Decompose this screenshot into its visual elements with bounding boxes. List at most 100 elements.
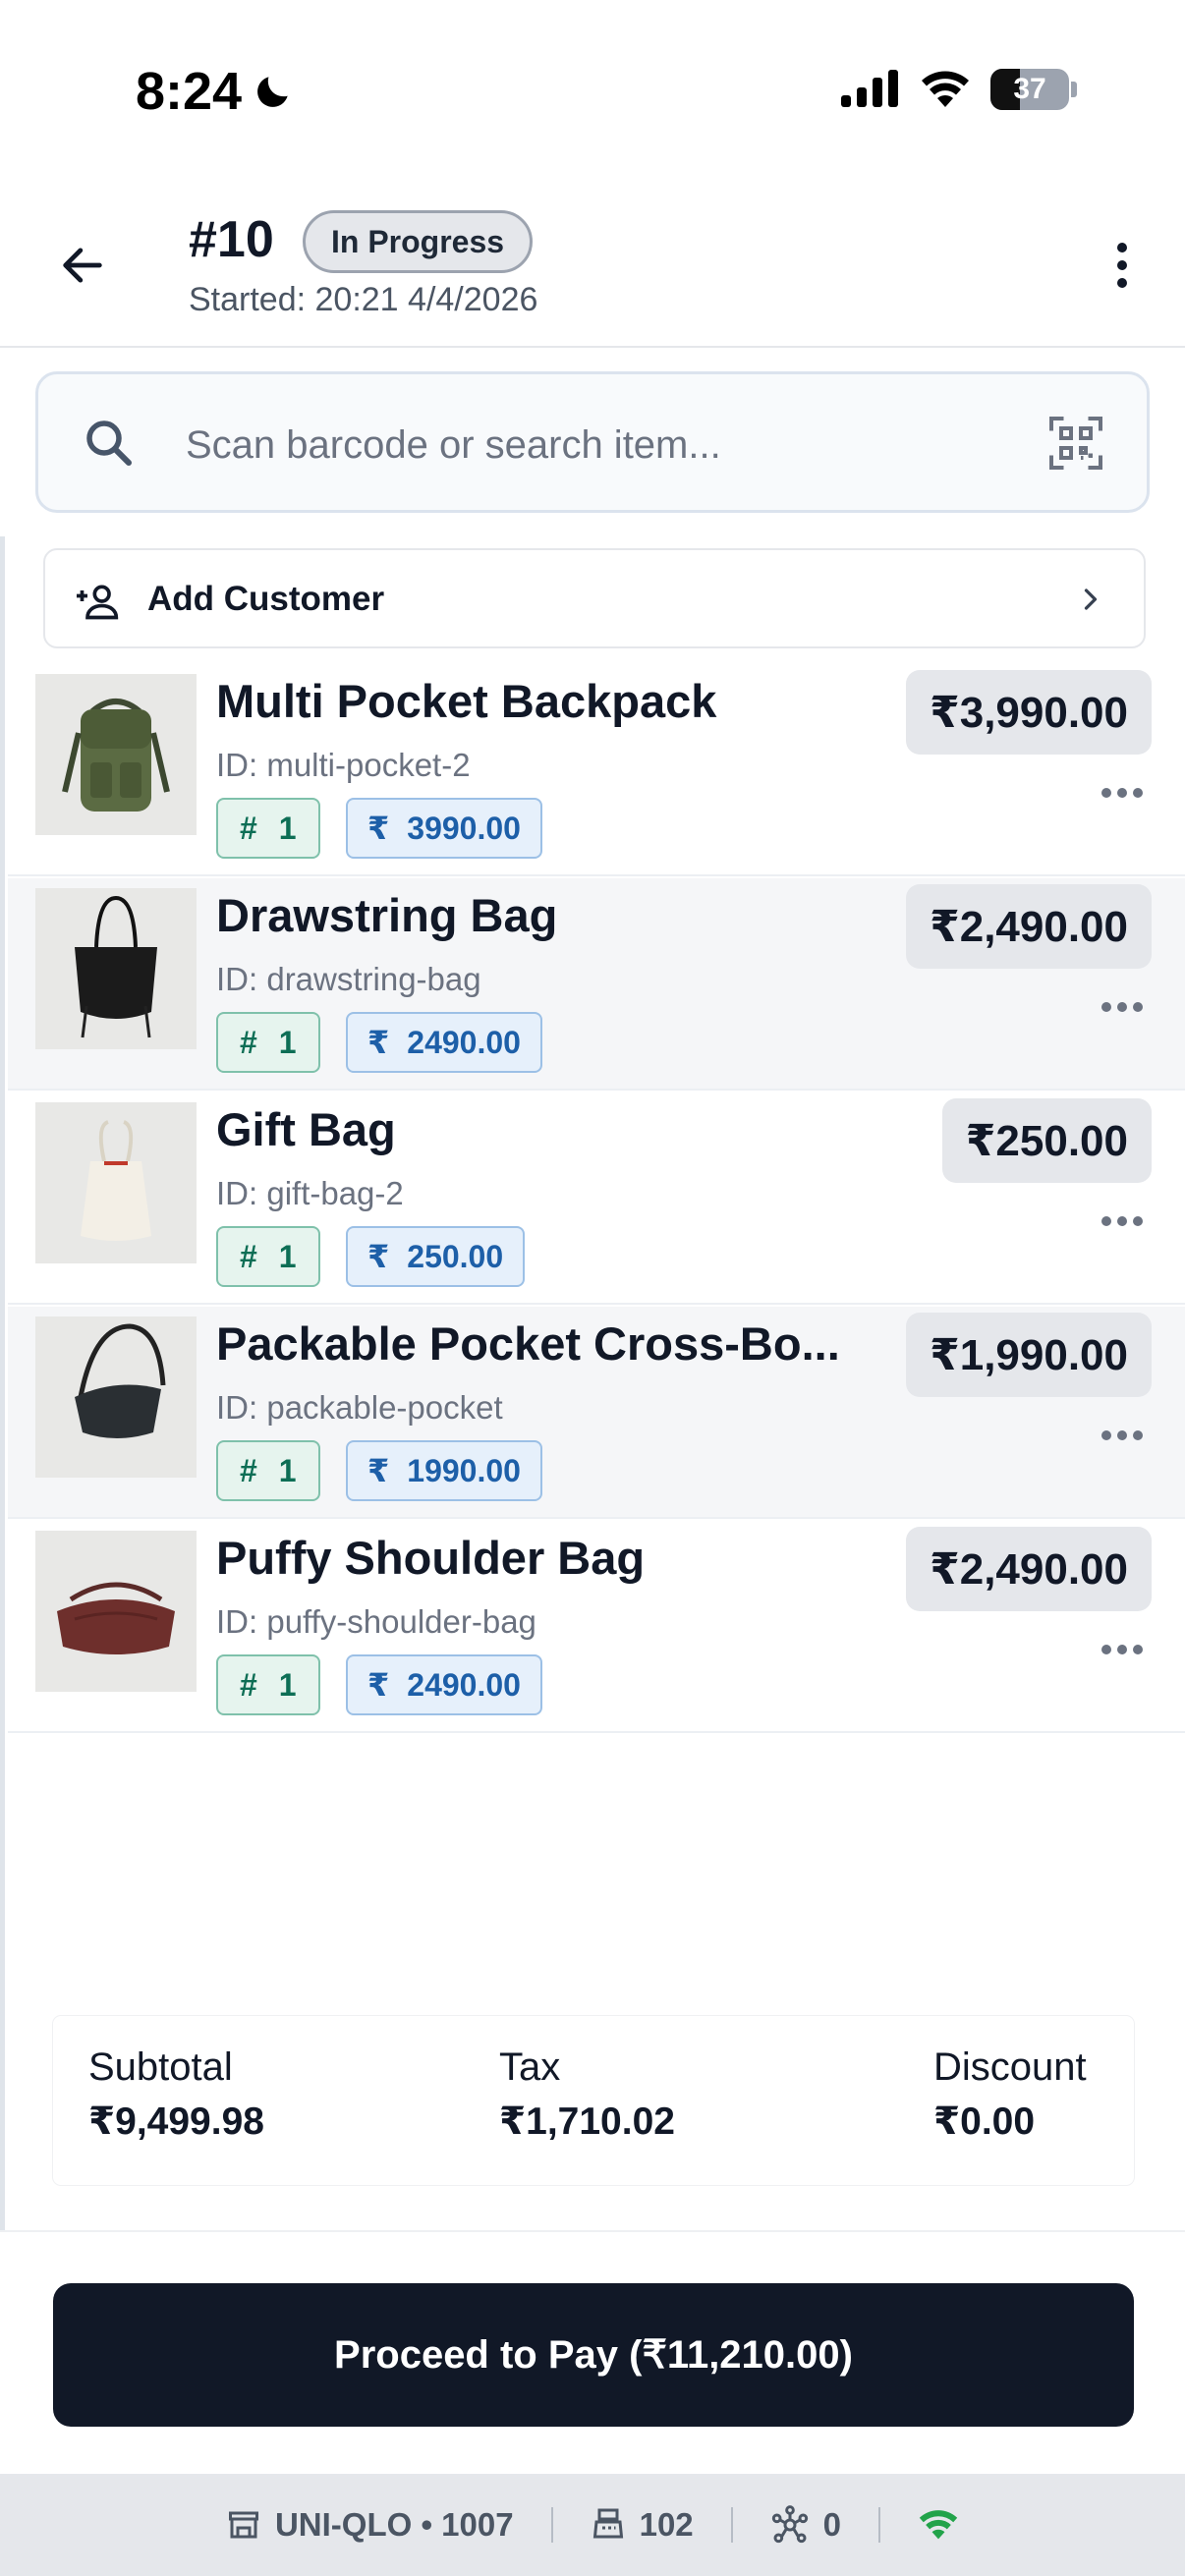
currency-symbol: ₹ [367, 1025, 390, 1060]
item-more-button[interactable] [1093, 1206, 1152, 1236]
tax-label: Tax [499, 2045, 561, 2089]
item-id: ID: puffy-shoulder-bag [216, 1603, 536, 1640]
footer-divider [878, 2507, 881, 2543]
product-image [35, 1316, 197, 1478]
quantity-symbol: # [240, 1666, 257, 1703]
clock-text: 8:24 [136, 62, 243, 121]
quantity-chip[interactable]: # 1 [216, 1226, 320, 1287]
currency-symbol: ₹ [367, 1453, 390, 1488]
vertical-dots-icon [1117, 243, 1127, 288]
quantity-value: 1 [278, 1238, 297, 1274]
quantity-symbol: # [240, 1238, 257, 1274]
network-nodes-info: 0 [770, 2505, 841, 2545]
quantity-chip[interactable]: # 1 [216, 1012, 320, 1073]
unit-price-chip[interactable]: ₹ 250.00 [346, 1226, 526, 1287]
add-customer-button[interactable]: Add Customer [43, 548, 1146, 648]
footer-divider [730, 2507, 733, 2543]
currency-symbol: ₹ [367, 1239, 390, 1274]
item-more-button[interactable] [1093, 1421, 1152, 1450]
footer-divider [550, 2507, 553, 2543]
search-input[interactable] [186, 414, 1021, 476]
chevron-right-icon [1084, 588, 1098, 610]
currency-symbol: ₹ [367, 1667, 390, 1703]
item-more-button[interactable] [1093, 1635, 1152, 1664]
discount-block: Discount ₹0.00 [933, 2045, 1087, 2144]
product-image [35, 1531, 197, 1692]
line-total: ₹250.00 [941, 1098, 1152, 1183]
subtotal-value: ₹9,499.98 [88, 2100, 264, 2143]
cash-register-icon [592, 2508, 623, 2539]
horizontal-dots-icon [1101, 1216, 1143, 1226]
item-name: Gift Bag [216, 1103, 396, 1155]
store-info: UNI-QLO • 1007 [226, 2506, 514, 2544]
quantity-value: 1 [278, 1666, 297, 1703]
quantity-value: 1 [278, 810, 297, 846]
unit-price-chip[interactable]: ₹ 3990.00 [346, 798, 542, 859]
battery-percent: 37 [1013, 73, 1046, 105]
quantity-symbol: # [240, 810, 257, 846]
unit-price-value: 2490.00 [407, 1024, 521, 1060]
product-image [35, 888, 197, 1049]
order-header: #10 In Progress Started: 20:21 4/4/2026 [0, 187, 1185, 348]
add-customer-label: Add Customer [147, 580, 385, 618]
item-name: Multi Pocket Backpack [216, 675, 717, 727]
status-bar: 8:24 37 [0, 0, 1185, 187]
horizontal-dots-icon [1101, 788, 1143, 798]
tax-block: Tax ₹1,710.02 [499, 2045, 675, 2144]
cart-item[interactable]: Drawstring Bag ID: drawstring-bag # 1 ₹ … [8, 878, 1185, 1091]
add-user-icon [77, 585, 119, 620]
order-number: #10 [189, 211, 274, 268]
unit-price-chip[interactable]: ₹ 1990.00 [346, 1440, 542, 1501]
arrow-left-icon [63, 248, 102, 283]
line-total: ₹2,490.00 [906, 884, 1152, 969]
item-more-button[interactable] [1093, 778, 1152, 808]
quantity-value: 1 [278, 1024, 297, 1060]
horizontal-dots-icon [1101, 1645, 1143, 1654]
line-total: ₹3,990.00 [906, 670, 1152, 755]
cart-item[interactable]: Multi Pocket Backpack ID: multi-pocket-2… [8, 664, 1185, 876]
connectivity-status [918, 2509, 959, 2541]
cart-item[interactable]: Packable Pocket Cross-Bo... ID: packable… [8, 1307, 1185, 1519]
battery-indicator: 37 [990, 69, 1069, 110]
moon-icon [257, 77, 288, 107]
line-total: ₹2,490.00 [906, 1527, 1152, 1611]
network-nodes-icon [771, 2505, 808, 2544]
quantity-chip[interactable]: # 1 [216, 798, 320, 859]
product-image [35, 1102, 197, 1263]
order-totals: Subtotal ₹9,499.98 Tax ₹1,710.02 Discoun… [53, 2016, 1134, 2185]
search-bar [35, 371, 1150, 513]
back-button[interactable] [51, 234, 114, 297]
tax-value: ₹1,710.02 [499, 2100, 675, 2143]
item-id: ID: gift-bag-2 [216, 1175, 404, 1211]
quantity-value: 1 [278, 1452, 297, 1488]
item-more-button[interactable] [1093, 992, 1152, 1022]
more-options-button[interactable] [1091, 234, 1154, 297]
subtotal-label: Subtotal [88, 2045, 233, 2089]
quantity-symbol: # [240, 1452, 257, 1488]
item-name: Packable Pocket Cross-Bo... [216, 1317, 840, 1370]
item-id: ID: packable-pocket [216, 1389, 503, 1426]
cart-item[interactable]: Gift Bag ID: gift-bag-2 # 1 ₹ 250.00 ₹25… [8, 1092, 1185, 1305]
quantity-chip[interactable]: # 1 [216, 1654, 320, 1715]
qr-scan-icon[interactable] [1046, 414, 1105, 473]
cart-item[interactable]: Puffy Shoulder Bag ID: puffy-shoulder-ba… [8, 1521, 1185, 1733]
line-total: ₹1,990.00 [906, 1313, 1152, 1397]
discount-label: Discount [933, 2045, 1087, 2089]
unit-price-chip[interactable]: ₹ 2490.00 [346, 1012, 542, 1073]
unit-price-value: 250.00 [407, 1238, 504, 1274]
quantity-chip[interactable]: # 1 [216, 1440, 320, 1501]
status-time: 8:24 [136, 61, 295, 122]
list-divider [0, 536, 5, 2472]
unit-price-chip[interactable]: ₹ 2490.00 [346, 1654, 542, 1715]
register-number: 102 [639, 2506, 694, 2543]
unit-price-value: 1990.00 [407, 1452, 521, 1488]
product-image [35, 674, 197, 835]
subtotal-block: Subtotal ₹9,499.98 [88, 2045, 264, 2144]
unit-price-value: 2490.00 [407, 1666, 521, 1703]
status-icons: 37 [841, 69, 1077, 110]
started-time: Started: 20:21 4/4/2026 [189, 281, 538, 318]
horizontal-dots-icon [1101, 1430, 1143, 1440]
status-footer: UNI-QLO • 1007 102 0 [0, 2474, 1185, 2576]
proceed-to-pay-button[interactable]: Proceed to Pay (₹11,210.00) [53, 2283, 1134, 2427]
store-label: UNI-QLO • 1007 [274, 2506, 514, 2543]
